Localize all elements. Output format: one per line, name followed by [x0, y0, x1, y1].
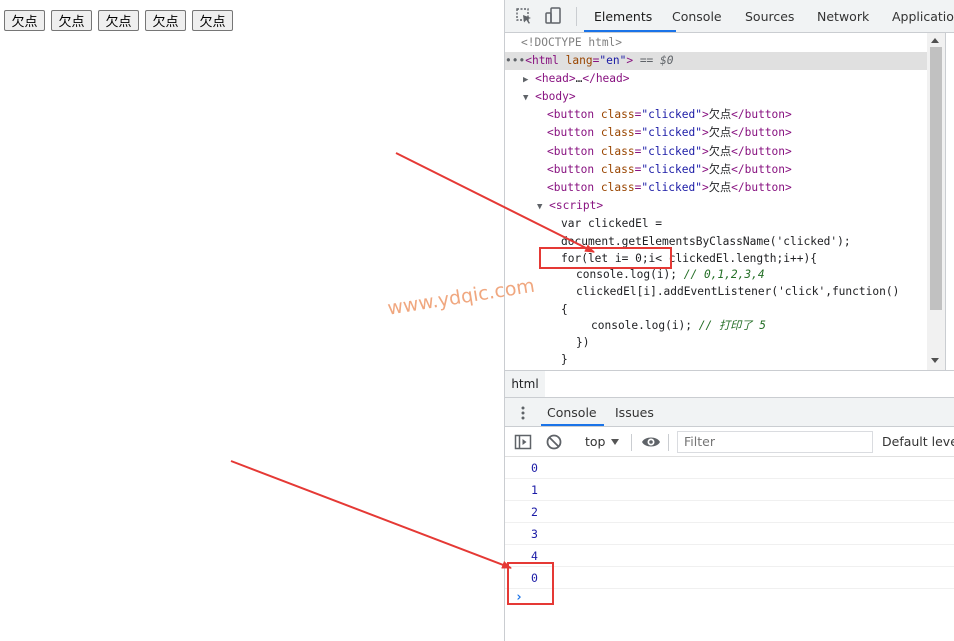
toolbar-divider	[576, 7, 577, 26]
page-button-2[interactable]: 欠点	[51, 10, 92, 31]
button-node-line[interactable]: <button class="clicked">欠点</button>	[547, 106, 792, 124]
doctype-line[interactable]: <!DOCTYPE html>	[521, 34, 622, 52]
tab-elements[interactable]: Elements	[594, 0, 652, 33]
button-node-line[interactable]: <button class="clicked">欠点</button>	[547, 161, 792, 179]
show-sidebar-icon[interactable]	[514, 433, 532, 451]
inspect-element-icon[interactable]	[514, 6, 534, 26]
breadcrumb-item-html[interactable]: html	[505, 371, 545, 397]
context-selector[interactable]: top	[585, 427, 605, 457]
script-code-line: {	[561, 303, 568, 316]
script-code-line: console.log(i); // 打印了 5	[591, 319, 767, 332]
html-node-line[interactable]: •••<html lang="en"> == $0	[505, 52, 927, 70]
script-node-line[interactable]: ▼ <script>	[537, 197, 603, 215]
eye-icon[interactable]	[641, 433, 660, 451]
tab-network[interactable]: Network	[817, 0, 869, 33]
console-toolbar: top Filter Default levels	[505, 427, 954, 457]
script-code-line: }	[561, 353, 568, 366]
script-code-line: var clickedEl =	[561, 217, 663, 230]
console-message: 0	[505, 457, 954, 479]
scrollbar-thumb[interactable]	[930, 47, 942, 310]
styles-side-pane	[945, 33, 954, 370]
clear-console-icon[interactable]	[545, 433, 563, 451]
drawer-tabbar: Console Issues	[505, 398, 954, 427]
drawer-active-indicator	[541, 424, 604, 426]
page-button-4[interactable]: 欠点	[145, 10, 186, 31]
script-code-line: clickedEl[i].addEventListener('click',fu…	[576, 285, 900, 298]
button-node-line[interactable]: <button class="clicked">欠点</button>	[547, 124, 792, 142]
active-tab-indicator	[584, 30, 676, 32]
toolbar-divider	[668, 434, 669, 451]
page-viewport: 欠点 欠点 欠点 欠点 欠点	[0, 0, 504, 641]
button-node-line[interactable]: <button class="clicked">欠点</button>	[547, 143, 792, 161]
console-message: 0	[505, 567, 954, 589]
drawer-tab-console[interactable]: Console	[547, 398, 597, 427]
script-code-line: })	[576, 336, 590, 349]
page-button-5[interactable]: 欠点	[192, 10, 233, 31]
page-button-1[interactable]: 欠点	[4, 10, 45, 31]
devtools-panel: Elements Console Sources Network Applica…	[504, 0, 954, 641]
console-message: 2	[505, 501, 954, 523]
chevron-down-icon[interactable]	[611, 439, 619, 445]
log-levels-dropdown[interactable]: Default levels	[882, 427, 954, 457]
head-node-line[interactable]: ▶ <head>…</head>	[523, 70, 630, 88]
toolbar-divider	[631, 434, 632, 451]
page-button-3[interactable]: 欠点	[98, 10, 139, 31]
body-node-line[interactable]: ▼ <body>	[523, 88, 576, 106]
devtools-toolbar: Elements Console Sources Network Applica…	[505, 0, 954, 33]
scroll-down-arrow-icon[interactable]	[931, 358, 939, 363]
tab-console[interactable]: Console	[672, 0, 722, 33]
drawer-tab-issues[interactable]: Issues	[615, 398, 654, 427]
device-toggle-icon[interactable]	[543, 6, 563, 26]
highlight-box-for-loop	[539, 247, 672, 269]
elements-dom-tree: <!DOCTYPE html> •••<html lang="en"> == $…	[505, 33, 945, 370]
more-options-icon[interactable]	[521, 405, 525, 421]
highlight-box-console-output	[507, 562, 554, 605]
tab-application[interactable]: Application	[892, 0, 954, 33]
console-message: 1	[505, 479, 954, 501]
breadcrumb: html	[505, 370, 954, 398]
console-message: 4	[505, 545, 954, 567]
console-message: 3	[505, 523, 954, 545]
scroll-up-arrow-icon[interactable]	[931, 38, 939, 43]
console-filter-input[interactable]: Filter	[677, 431, 873, 453]
console-output: 0 1 2 3 4 0 ›	[505, 457, 954, 641]
tab-sources[interactable]: Sources	[745, 0, 794, 33]
button-node-line[interactable]: <button class="clicked">欠点</button>	[547, 179, 792, 197]
